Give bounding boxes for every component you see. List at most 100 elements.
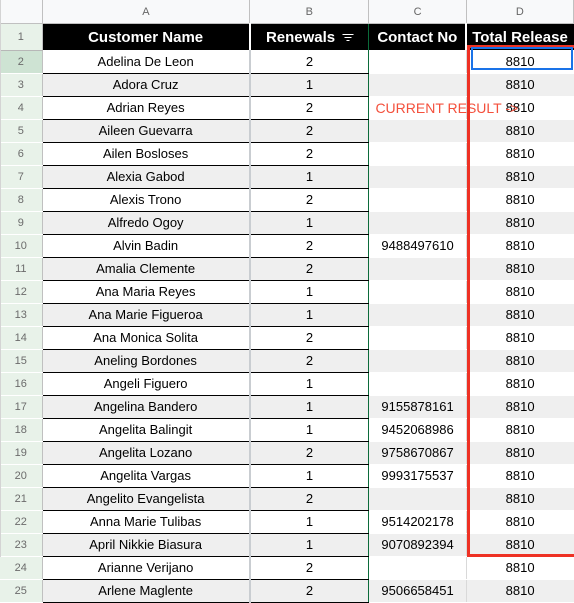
cell-contact-no[interactable] (368, 142, 467, 166)
cell-contact-no[interactable] (368, 487, 467, 511)
cell-customer-name[interactable]: Angelito Evangelista (42, 487, 251, 511)
row-header-23[interactable]: 23 (0, 533, 43, 557)
cell-total-release[interactable]: 8810 (466, 487, 574, 511)
row-header-7[interactable]: 7 (0, 165, 43, 189)
cell-customer-name[interactable]: Adrian Reyes (42, 96, 251, 120)
cell-contact-no[interactable]: 9506658451 (368, 579, 467, 603)
cell-customer-name[interactable]: Alvin Badin (42, 234, 251, 258)
cell-customer-name[interactable]: Angelita Balingit (42, 418, 251, 442)
cell-renewals[interactable]: 2 (249, 50, 370, 74)
row-header-22[interactable]: 22 (0, 510, 43, 534)
cell-renewals[interactable]: 2 (249, 556, 370, 580)
row-header-14[interactable]: 14 (0, 326, 43, 350)
cell-contact-no[interactable] (368, 372, 467, 396)
cell-contact-no[interactable]: 9993175537 (368, 464, 467, 488)
cell-customer-name[interactable]: Aneling Bordones (42, 349, 251, 373)
cell-total-release[interactable]: 8810 (466, 188, 574, 212)
cell-renewals[interactable]: 2 (249, 326, 370, 350)
cell-renewals[interactable]: 1 (249, 510, 370, 534)
cell-contact-no[interactable]: 9452068986 (368, 418, 467, 442)
cell-renewals[interactable]: 1 (249, 533, 370, 557)
cell-total-release[interactable]: 8810 (466, 234, 574, 258)
cell-renewals[interactable]: 1 (249, 464, 370, 488)
cell-renewals[interactable]: 2 (249, 441, 370, 465)
cell-customer-name[interactable]: Adora Cruz (42, 73, 251, 97)
row-header-17[interactable]: 17 (0, 395, 43, 419)
cell-contact-no[interactable] (368, 280, 467, 304)
row-header-2[interactable]: 2 (0, 50, 43, 74)
cell-renewals[interactable]: 2 (249, 257, 370, 281)
cell-customer-name[interactable]: Ailen Bosloses (42, 142, 251, 166)
cell-total-release[interactable]: 8810 (466, 418, 574, 442)
filter-icon[interactable] (342, 33, 354, 42)
cell-total-release[interactable]: 8810 (466, 372, 574, 396)
cell-customer-name[interactable]: April Nikkie Biasura (42, 533, 251, 557)
row-header-25[interactable]: 25 (0, 579, 43, 603)
cell-total-release[interactable]: 8810 (466, 556, 574, 580)
cell-contact-no[interactable] (368, 165, 467, 189)
cell-customer-name[interactable]: Angeli Figuero (42, 372, 251, 396)
cell-total-release[interactable]: 8810 (466, 441, 574, 465)
row-header-18[interactable]: 18 (0, 418, 43, 442)
row-header-6[interactable]: 6 (0, 142, 43, 166)
cell-customer-name[interactable]: Alfredo Ogoy (42, 211, 251, 235)
cell-total-release[interactable]: 8810 (466, 142, 574, 166)
cell-customer-name[interactable]: Alexis Trono (42, 188, 251, 212)
row-header-3[interactable]: 3 (0, 73, 43, 97)
row-header-10[interactable]: 10 (0, 234, 43, 258)
cell-customer-name[interactable]: Ana Monica Solita (42, 326, 251, 350)
cell-total-release[interactable]: 8810 (466, 303, 574, 327)
cell-total-release[interactable]: 8810 (466, 50, 574, 74)
cell-renewals[interactable]: 2 (249, 119, 370, 143)
cell-total-release[interactable]: 8810 (466, 533, 574, 557)
cell-customer-name[interactable]: Arianne Verijano (42, 556, 251, 580)
column-header-b[interactable]: B (249, 0, 370, 24)
row-header-13[interactable]: 13 (0, 303, 43, 327)
cell-renewals[interactable]: 2 (249, 487, 370, 511)
cell-total-release[interactable]: 8810 (466, 395, 574, 419)
cell-total-release[interactable]: 8810 (466, 510, 574, 534)
cell-renewals[interactable]: 2 (249, 96, 370, 120)
cell-customer-name[interactable]: Anna Marie Tulibas (42, 510, 251, 534)
cell-renewals[interactable]: 1 (249, 280, 370, 304)
row-header-21[interactable]: 21 (0, 487, 43, 511)
column-header-a[interactable]: A (42, 0, 251, 24)
row-header-9[interactable]: 9 (0, 211, 43, 235)
cell-contact-no[interactable] (368, 119, 467, 143)
cell-contact-no[interactable]: 9155878161 (368, 395, 467, 419)
cell-customer-name[interactable]: Amalia Clemente (42, 257, 251, 281)
cell-contact-no[interactable] (368, 211, 467, 235)
cell-renewals[interactable]: 2 (249, 349, 370, 373)
row-header-4[interactable]: 4 (0, 96, 43, 120)
cell-contact-no[interactable] (368, 556, 467, 580)
cell-contact-no[interactable] (368, 326, 467, 350)
cell-renewals[interactable]: 1 (249, 73, 370, 97)
cell-contact-no[interactable] (368, 257, 467, 281)
cell-contact-no[interactable]: CURRENT RESULT -> (368, 96, 518, 120)
row-header-8[interactable]: 8 (0, 188, 43, 212)
row-header-5[interactable]: 5 (0, 119, 43, 143)
cell-renewals[interactable]: 2 (249, 188, 370, 212)
cell-total-release[interactable]: 8810 (466, 96, 574, 120)
cell-customer-name[interactable]: Adelina De Leon (42, 50, 251, 74)
cell-contact-no[interactable] (368, 349, 467, 373)
row-header-15[interactable]: 15 (0, 349, 43, 373)
row-header-16[interactable]: 16 (0, 372, 43, 396)
row-header-19[interactable]: 19 (0, 441, 43, 465)
cell-renewals[interactable]: 2 (249, 234, 370, 258)
cell-contact-no[interactable]: 9514202178 (368, 510, 467, 534)
cell-renewals[interactable]: 1 (249, 418, 370, 442)
cell-customer-name[interactable]: Angelita Vargas (42, 464, 251, 488)
cell-customer-name[interactable]: Alexia Gabod (42, 165, 251, 189)
cell-renewals[interactable]: 1 (249, 303, 370, 327)
cell-contact-no[interactable] (368, 188, 467, 212)
cell-total-release[interactable]: 8810 (466, 464, 574, 488)
cell-customer-name[interactable]: Ana Marie Figueroa (42, 303, 251, 327)
cell-contact-no[interactable] (368, 73, 467, 97)
select-all-corner[interactable] (0, 0, 43, 24)
cell-renewals[interactable]: 2 (249, 579, 370, 603)
row-header-12[interactable]: 12 (0, 280, 43, 304)
cell-total-release[interactable]: 8810 (466, 349, 574, 373)
cell-contact-no[interactable]: 9758670867 (368, 441, 467, 465)
cell-renewals[interactable]: 1 (249, 372, 370, 396)
